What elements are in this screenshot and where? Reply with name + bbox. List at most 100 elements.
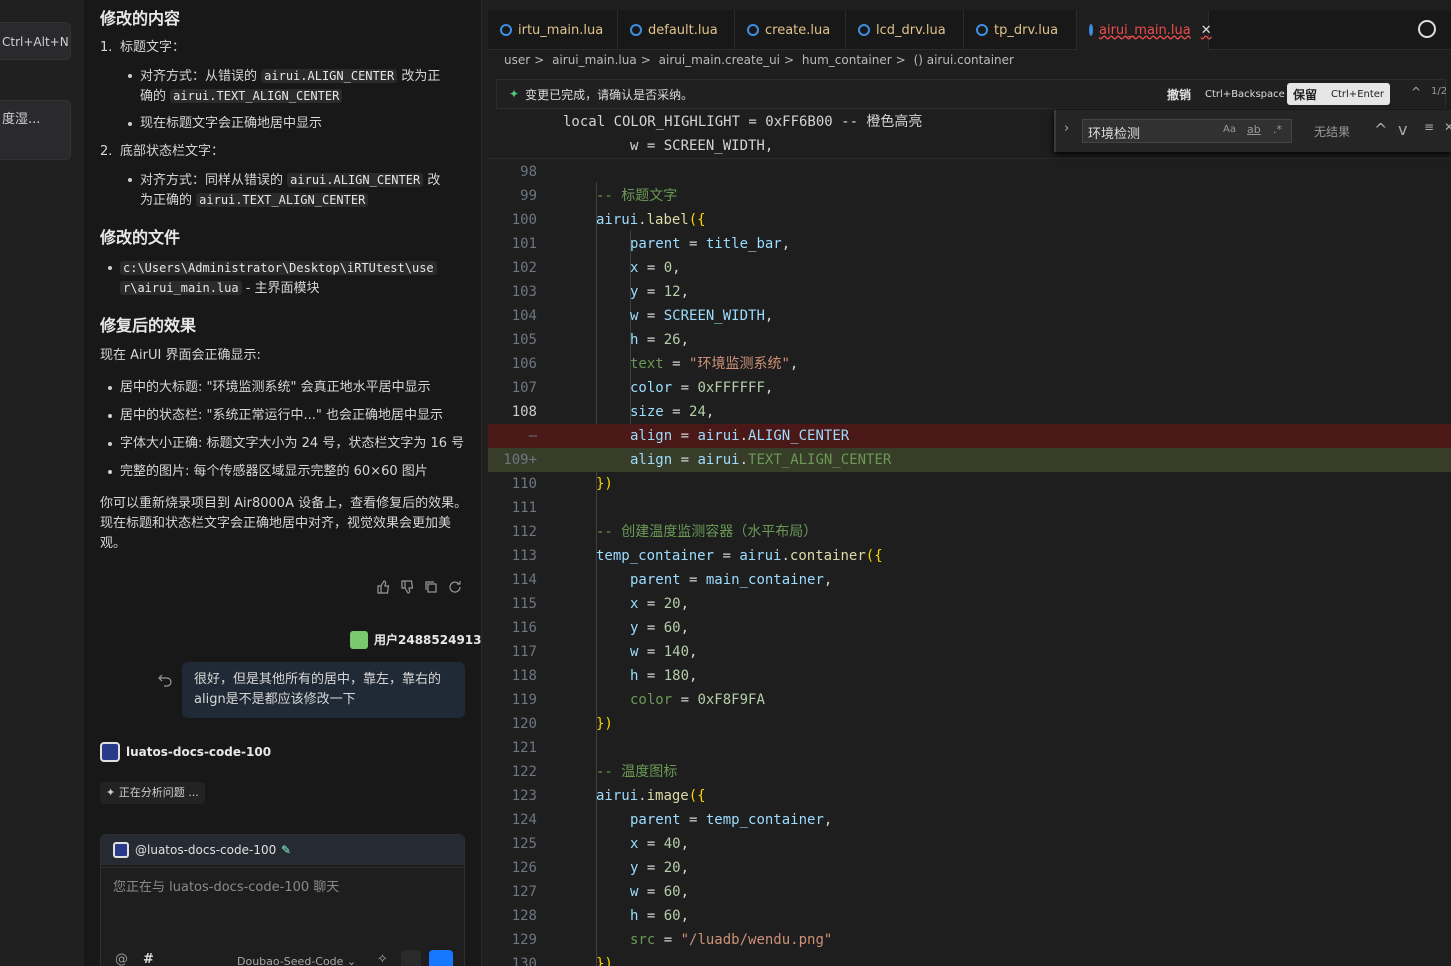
match-case-icon[interactable]: Aa bbox=[1223, 124, 1236, 135]
code-line: 107 color = 0xFFFFFF, bbox=[511, 380, 774, 396]
code-line: 99 -- 标题文字 bbox=[520, 188, 678, 204]
code-line: 110}) bbox=[511, 476, 613, 492]
code-line: 120}) bbox=[511, 716, 613, 732]
panel-splitter[interactable] bbox=[481, 0, 488, 966]
bullet bbox=[128, 122, 132, 126]
code-line: 116 y = 60, bbox=[511, 620, 690, 636]
text-line: 现在 AirUI 界面会正确显示: bbox=[100, 348, 261, 363]
app-window: Ctrl+Alt+N 度湿... 修改的内容 1. 标题文字： 对齐方式：从错误… bbox=[0, 0, 1451, 966]
code-line: 115 x = 20, bbox=[511, 596, 690, 612]
list-number: 1. bbox=[100, 40, 113, 55]
code-line: 127 w = 60, bbox=[511, 884, 690, 900]
code-line: 106 text = "环境监测系统", bbox=[511, 356, 799, 372]
code-line-added: 109+ align = airui.TEXT_ALIGN_CENTER bbox=[488, 448, 1451, 472]
find-input[interactable]: 环境检测 Aa ab .* bbox=[1082, 119, 1292, 143]
chevron-up-icon[interactable]: ^ bbox=[1374, 120, 1387, 139]
model-select[interactable]: Doubao-Seed-Code ⌄ bbox=[237, 952, 356, 966]
close-icon[interactable]: ✕ bbox=[1201, 23, 1212, 38]
text-line: 观。 bbox=[100, 536, 127, 551]
list-item: 完整的图片: 每个传感器区域显示完整的 60×60 图片 bbox=[120, 464, 428, 479]
bullet bbox=[128, 178, 132, 182]
heading-modified: 修改的内容 bbox=[100, 9, 181, 28]
code-line: 126 y = 20, bbox=[511, 860, 690, 876]
breadcrumb-sep: > bbox=[784, 53, 795, 67]
breadcrumb-sep: > bbox=[640, 53, 651, 67]
text-line: 你可以重新烧录项目到 Air8000A 设备上，查看修复后的效果。 bbox=[100, 496, 468, 511]
copy-icon[interactable] bbox=[424, 580, 438, 594]
bullet bbox=[108, 386, 112, 390]
find-result: 无结果 bbox=[1314, 125, 1351, 139]
code-line: 108 size = 24, bbox=[511, 404, 715, 420]
at-icon[interactable]: @ bbox=[115, 950, 128, 966]
whole-word-icon[interactable]: ab bbox=[1247, 123, 1261, 136]
chevron-up-icon[interactable]: ^ bbox=[1411, 85, 1421, 99]
undo-icon[interactable] bbox=[158, 673, 172, 687]
mention-label: @luatos-docs-code-100 bbox=[135, 843, 277, 857]
input-placeholder: 您正在与 luatos-docs-code-100 聊天 bbox=[113, 880, 340, 895]
code-line: 129 src = "/luadb/wendu.png" bbox=[511, 932, 833, 948]
bullet bbox=[128, 74, 132, 78]
keep-button[interactable]: 保留 Ctrl+Enter bbox=[1287, 83, 1391, 105]
code-line: 105 h = 26, bbox=[511, 332, 690, 348]
code-line: 118 h = 180, bbox=[511, 668, 698, 684]
magic-icon[interactable]: ✧ bbox=[377, 950, 388, 966]
shortcut-item[interactable]: Ctrl+Alt+N bbox=[0, 22, 71, 60]
thumbs-up-icon[interactable] bbox=[376, 580, 390, 594]
heading-effect: 修复后的效果 bbox=[100, 316, 197, 335]
thumbs-down-icon[interactable] bbox=[400, 580, 414, 594]
sparkle-icon: ✦ bbox=[509, 87, 520, 101]
tab-create[interactable]: create.lua bbox=[735, 10, 846, 50]
chevron-right-icon[interactable]: › bbox=[1064, 121, 1069, 136]
code-line: 102 x = 0, bbox=[511, 260, 681, 276]
regex-icon[interactable]: .* bbox=[1273, 123, 1282, 136]
list-item: 字体大小正确: 标题文字大小为 24 号，状态栏文字为 16 号 bbox=[120, 436, 465, 451]
refresh-icon[interactable] bbox=[448, 580, 462, 594]
session-item[interactable]: 度湿... bbox=[0, 100, 71, 160]
breadcrumb-item[interactable]: airui_main.create_ui bbox=[659, 53, 780, 67]
tab-bar: irtu_main.lua default.lua create.lua lcd… bbox=[488, 10, 1451, 50]
list-item: 居中的大标题: "环境监测系统" 会真正地水平居中显示 bbox=[120, 380, 431, 395]
tab-airui-main[interactable]: airui_main.lua ✕ bbox=[1077, 10, 1212, 50]
tab-tp-drv[interactable]: tp_drv.lua bbox=[964, 10, 1077, 50]
tab-lcd-drv[interactable]: lcd_drv.lua bbox=[846, 10, 964, 50]
tools-icon[interactable]: ✎ bbox=[281, 840, 291, 860]
lua-file-icon bbox=[747, 24, 759, 36]
code-line: 117 w = 140, bbox=[511, 644, 698, 660]
ai-assistant-icon[interactable] bbox=[1418, 20, 1436, 38]
page-indicator: 1/2 bbox=[1431, 86, 1448, 97]
chat-input-box: @luatos-docs-code-100 ✎ 您正在与 luatos-docs… bbox=[100, 834, 465, 966]
breadcrumb-item[interactable]: hum_container bbox=[802, 53, 892, 67]
code-line: 100 airui.label({ bbox=[511, 212, 706, 228]
message-input[interactable]: 您正在与 luatos-docs-code-100 聊天 @ # Doubao-… bbox=[101, 867, 464, 966]
code-line: 104 w = SCREEN_WIDTH, bbox=[511, 308, 774, 324]
message-text: align是不是都应该修改一下 bbox=[194, 692, 356, 707]
find-widget: › 环境检测 Aa ab .* 无结果 ^ v ≡ ✕ bbox=[1054, 110, 1451, 152]
mic-icon[interactable] bbox=[401, 950, 421, 966]
text-line: 现在标题和状态栏文字会正确地居中对齐，视觉效果会更加美 bbox=[100, 516, 452, 531]
code-line: 101 parent = title_bar, bbox=[511, 236, 791, 252]
send-button[interactable] bbox=[429, 950, 453, 966]
close-icon[interactable]: ✕ bbox=[1444, 120, 1451, 134]
breadcrumb-item[interactable]: airui_main.lua bbox=[552, 53, 637, 67]
bullet bbox=[108, 442, 112, 446]
tab-irtu-main[interactable]: irtu_main.lua bbox=[488, 10, 618, 50]
file-path[interactable]: r\airui_main.lua - 主界面模块 bbox=[120, 278, 320, 299]
breadcrumb-item[interactable]: () airui.container bbox=[914, 53, 1014, 67]
undo-button[interactable]: 撤销 Ctrl+Backspace bbox=[1161, 83, 1291, 105]
bullet bbox=[108, 266, 112, 270]
breadcrumb-item[interactable]: user bbox=[504, 53, 530, 67]
tab-default[interactable]: default.lua bbox=[618, 10, 735, 50]
find-in-selection-icon[interactable]: ≡ bbox=[1424, 120, 1434, 134]
code-line: 124 parent = temp_container, bbox=[511, 812, 833, 828]
chevron-down-icon[interactable]: v bbox=[1398, 120, 1407, 139]
breadcrumb-sep: > bbox=[895, 53, 906, 67]
hash-icon[interactable]: # bbox=[143, 950, 154, 966]
message-text: 很好，但是其他所有的居中，靠左，靠右的 bbox=[194, 672, 442, 687]
chat-panel: 修改的内容 1. 标题文字： 对齐方式：从错误的 airui.ALIGN_CEN… bbox=[84, 0, 482, 966]
code-line: 121 bbox=[511, 740, 537, 756]
lua-file-icon bbox=[630, 24, 642, 36]
item-title: 底部状态栏文字： bbox=[120, 144, 225, 159]
file-path[interactable]: c:\Users\Administrator\Desktop\iRTUtest\… bbox=[120, 258, 437, 279]
heading-files: 修改的文件 bbox=[100, 228, 181, 247]
left-rail: Ctrl+Alt+N 度湿... bbox=[0, 0, 84, 966]
